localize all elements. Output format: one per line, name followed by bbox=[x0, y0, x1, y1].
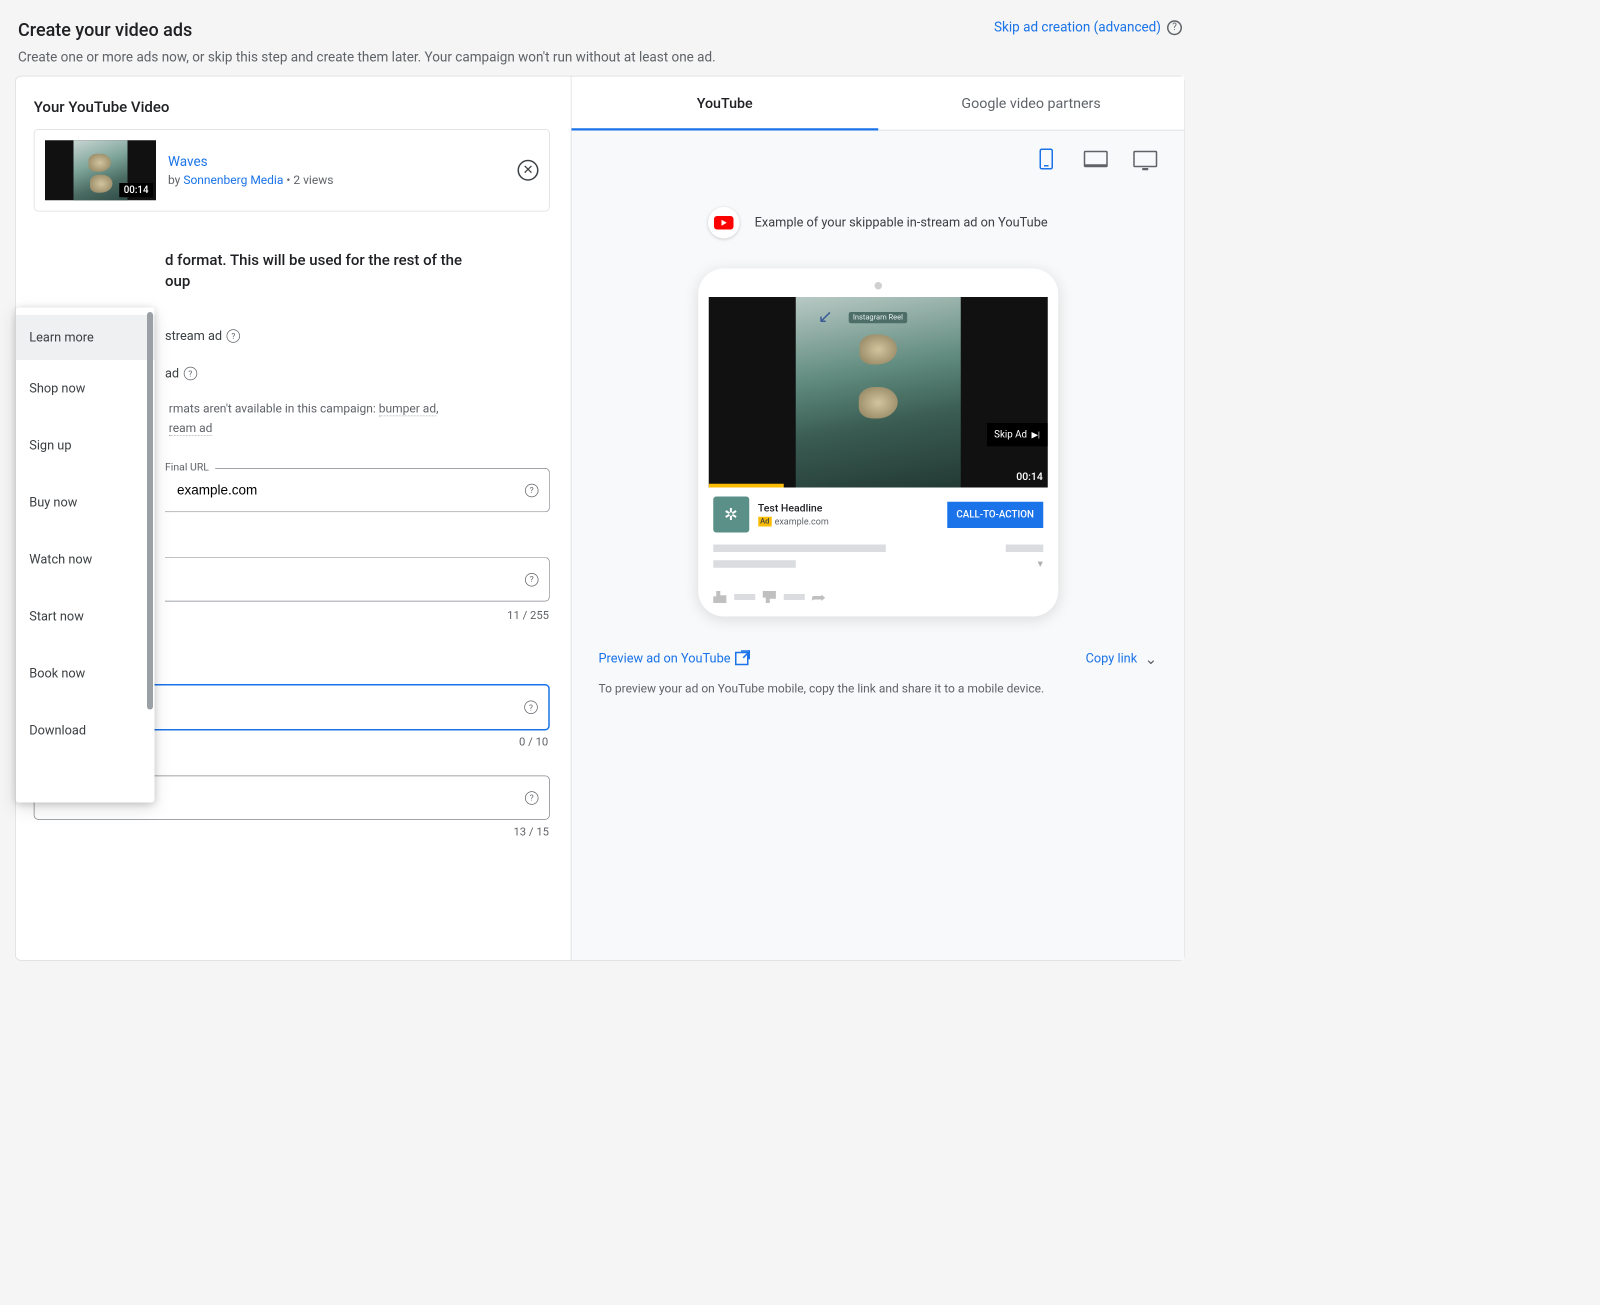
ad-domain: example.com bbox=[775, 516, 829, 527]
video-thumbnail[interactable]: 00:14 bbox=[45, 140, 156, 200]
skip-link-label: Skip ad creation (advanced) bbox=[994, 20, 1161, 36]
preview-duration: 00:14 bbox=[1016, 471, 1043, 483]
dropdown-item-download[interactable]: Download bbox=[16, 702, 155, 759]
views-suffix: • 2 views bbox=[283, 173, 333, 187]
format-heading-partial: d format. This will be used for the rest… bbox=[34, 249, 553, 291]
preview-video: ↙↘ Instagram Reel Skip Ad▶| 00:14 bbox=[708, 297, 1047, 488]
preview-on-youtube-link[interactable]: Preview ad on YouTube bbox=[599, 650, 749, 668]
skip-ad-label: Skip Ad bbox=[994, 429, 1027, 440]
dropdown-item-book-now[interactable]: Book now bbox=[16, 645, 155, 702]
display-url-counter: 11 / 255 bbox=[507, 608, 549, 622]
remove-video-button[interactable]: ✕ bbox=[518, 160, 539, 181]
share-icon[interactable]: ➦ bbox=[811, 588, 826, 606]
ad-favicon: ✲ bbox=[713, 497, 749, 533]
section-title: Your YouTube Video bbox=[34, 98, 553, 116]
help-icon[interactable]: ? bbox=[184, 367, 198, 381]
channel-link[interactable]: Sonnenberg Media bbox=[183, 173, 283, 187]
help-icon[interactable]: ? bbox=[227, 329, 241, 343]
help-icon[interactable]: ? bbox=[525, 573, 539, 587]
video-title-link[interactable]: Waves bbox=[168, 154, 506, 170]
display-url-input[interactable] bbox=[165, 558, 549, 601]
preview-cta-button[interactable]: CALL-TO-ACTION bbox=[947, 501, 1042, 527]
dropdown-item-learn-more[interactable]: Learn more bbox=[16, 315, 155, 360]
selected-video-card: 00:14 Waves by Sonnenberg Media • 2 view… bbox=[34, 129, 550, 212]
ad-progress-bar bbox=[708, 484, 783, 488]
preview-tabs: YouTube Google video partners bbox=[572, 77, 1185, 131]
cta-counter: 0 / 10 bbox=[519, 735, 548, 749]
device-tv-icon[interactable] bbox=[1133, 149, 1157, 170]
dropdown-item-sign-up[interactable]: Sign up bbox=[16, 417, 155, 474]
ad-badge: Ad bbox=[758, 516, 772, 526]
by-prefix: by bbox=[168, 173, 183, 187]
preview-note: To preview your ad on YouTube mobile, co… bbox=[572, 675, 1097, 702]
device-mobile-icon[interactable] bbox=[1034, 149, 1058, 170]
chevron-down-icon: ⌄ bbox=[1145, 650, 1158, 668]
like-icon[interactable] bbox=[713, 591, 727, 603]
dropdown-item-watch-now[interactable]: Watch now bbox=[16, 531, 155, 588]
preview-link-label: Preview ad on YouTube bbox=[599, 651, 731, 666]
video-byline: by Sonnenberg Media • 2 views bbox=[168, 173, 506, 187]
copy-link-label: Copy link bbox=[1086, 651, 1138, 666]
bumper-ad-hint[interactable]: bumper ad bbox=[379, 401, 436, 416]
ad-headline: Test Headline bbox=[758, 503, 939, 515]
help-icon[interactable]: ? bbox=[1167, 20, 1182, 35]
skip-ad-button[interactable]: Skip Ad▶| bbox=[987, 423, 1048, 446]
skip-ad-creation-link[interactable]: Skip ad creation (advanced) ? bbox=[994, 20, 1182, 36]
dropdown-scrollbar[interactable] bbox=[147, 312, 153, 710]
help-icon[interactable]: ? bbox=[524, 701, 538, 715]
copy-link-button[interactable]: Copy link ⌄ bbox=[1086, 650, 1158, 668]
dropdown-item-shop-now[interactable]: Shop now bbox=[16, 360, 155, 417]
stream-ad-hint[interactable]: ream ad bbox=[169, 421, 213, 436]
page-title: Create your video ads bbox=[18, 20, 716, 41]
dropdown-item-start-now[interactable]: Start now bbox=[16, 588, 155, 645]
radio-label: stream ad bbox=[165, 329, 222, 344]
video-duration: 00:14 bbox=[119, 183, 153, 197]
tab-google-video-partners[interactable]: Google video partners bbox=[878, 77, 1184, 130]
youtube-icon bbox=[708, 207, 740, 239]
overlay-label: Instagram Reel bbox=[848, 312, 907, 323]
final-url-field[interactable]: Final URL ? bbox=[165, 468, 550, 512]
preview-caption: Example of your skippable in-stream ad o… bbox=[755, 215, 1048, 230]
dislike-icon[interactable] bbox=[762, 591, 776, 603]
display-url-field[interactable]: ? 11 / 255 bbox=[165, 557, 550, 601]
device-desktop-icon[interactable] bbox=[1084, 149, 1108, 170]
phone-camera-icon bbox=[874, 282, 882, 290]
final-url-input[interactable] bbox=[165, 469, 549, 512]
help-icon[interactable]: ? bbox=[525, 483, 539, 497]
tab-youtube[interactable]: YouTube bbox=[572, 77, 878, 130]
placeholder-lines: ▾ bbox=[708, 537, 1047, 584]
page-subtitle: Create one or more ads now, or skip this… bbox=[18, 50, 716, 66]
phone-preview: ↙↘ Instagram Reel Skip Ad▶| 00:14 ✲ Test… bbox=[698, 269, 1058, 617]
radio-label: ad bbox=[165, 366, 179, 381]
external-link-icon bbox=[735, 652, 749, 666]
help-icon[interactable]: ? bbox=[525, 791, 539, 805]
dropdown-item-buy-now[interactable]: Buy now bbox=[16, 474, 155, 531]
cta-dropdown[interactable]: Learn more Shop now Sign up Buy now Watc… bbox=[16, 308, 155, 803]
headline-counter: 13 / 15 bbox=[513, 825, 549, 839]
final-url-label: Final URL bbox=[165, 461, 215, 473]
